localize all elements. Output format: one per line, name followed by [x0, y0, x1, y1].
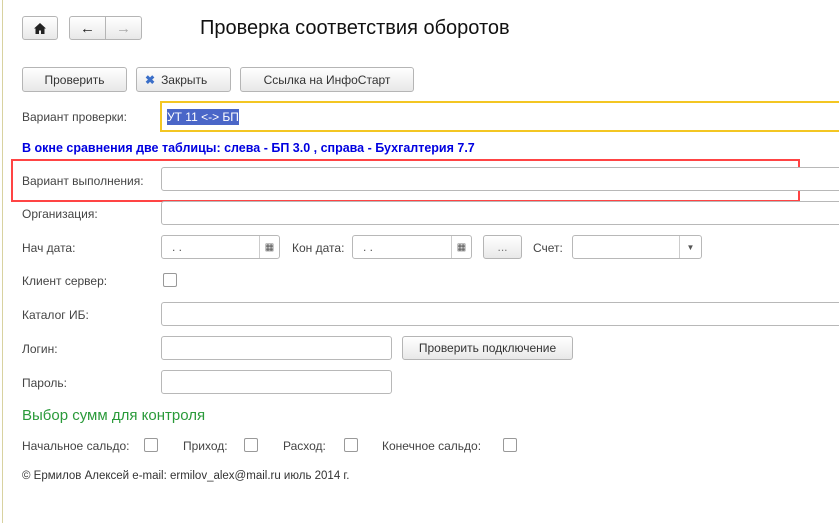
calendar-icon[interactable]: ▦	[451, 236, 471, 258]
start-date-input[interactable]: . . ▦	[161, 235, 280, 259]
income-label: Приход:	[183, 439, 228, 453]
infostart-link-button[interactable]: Ссылка на ИнфоСтарт	[240, 67, 414, 92]
org-input[interactable]	[161, 201, 839, 225]
period-button[interactable]: ...	[483, 235, 522, 259]
closing-balance-label: Конечное сальдо:	[382, 439, 482, 453]
exec-variant-input[interactable]	[161, 167, 839, 191]
start-date-value: . .	[172, 240, 183, 254]
check-variant-label: Вариант проверки:	[22, 110, 127, 124]
check-variant-input[interactable]: УТ 11 <-> БП	[160, 101, 839, 132]
home-icon	[34, 22, 46, 34]
client-server-checkbox[interactable]	[163, 273, 177, 287]
sums-heading: Выбор сумм для контроля	[22, 407, 206, 424]
end-date-input[interactable]: . . ▦	[352, 235, 472, 259]
org-label: Организация:	[22, 207, 98, 221]
opening-balance-label: Начальное сальдо:	[22, 439, 130, 453]
opening-balance-checkbox[interactable]	[144, 438, 158, 452]
income-checkbox[interactable]	[244, 438, 258, 452]
start-date-label: Нач дата:	[22, 241, 76, 255]
check-connection-button[interactable]: Проверить подключение	[402, 336, 573, 360]
login-label: Логин:	[22, 342, 58, 356]
client-server-label: Клиент сервер:	[22, 274, 108, 288]
arrow-left-icon: ←	[80, 19, 95, 37]
check-variant-value: УТ 11 <-> БП	[167, 108, 239, 125]
catalog-input[interactable]	[161, 302, 839, 326]
expense-checkbox[interactable]	[344, 438, 358, 452]
close-icon: ✖	[145, 72, 156, 87]
login-input[interactable]	[161, 336, 392, 360]
footer-text: © Ермилов Алексей e-mail: ermilov_alex@m…	[22, 470, 350, 482]
expense-label: Расход:	[283, 439, 326, 453]
exec-variant-label: Вариант выполнения:	[22, 174, 144, 188]
closing-balance-checkbox[interactable]	[503, 438, 517, 452]
arrow-right-icon: →	[116, 19, 131, 37]
password-label: Пароль:	[22, 376, 67, 390]
back-button[interactable]: ←	[69, 16, 106, 40]
account-select[interactable]: ▼	[572, 235, 702, 259]
password-input[interactable]	[161, 370, 392, 394]
window-border	[2, 0, 3, 523]
forward-button[interactable]: →	[105, 16, 142, 40]
chevron-down-icon[interactable]: ▼	[679, 236, 701, 258]
catalog-label: Каталог ИБ:	[22, 308, 89, 322]
end-date-value: . .	[363, 240, 374, 254]
page-title: Проверка соответствия оборотов	[200, 17, 510, 39]
end-date-label: Кон дата:	[292, 241, 345, 255]
home-button[interactable]	[22, 16, 58, 40]
check-button[interactable]: Проверить	[22, 67, 127, 92]
info-text: В окне сравнения две таблицы: слева - БП…	[22, 141, 475, 155]
close-label: Закрыть	[161, 72, 208, 87]
calendar-icon[interactable]: ▦	[259, 236, 279, 258]
account-label: Счет:	[533, 241, 563, 255]
close-button[interactable]: ✖ Закрыть	[136, 67, 231, 92]
